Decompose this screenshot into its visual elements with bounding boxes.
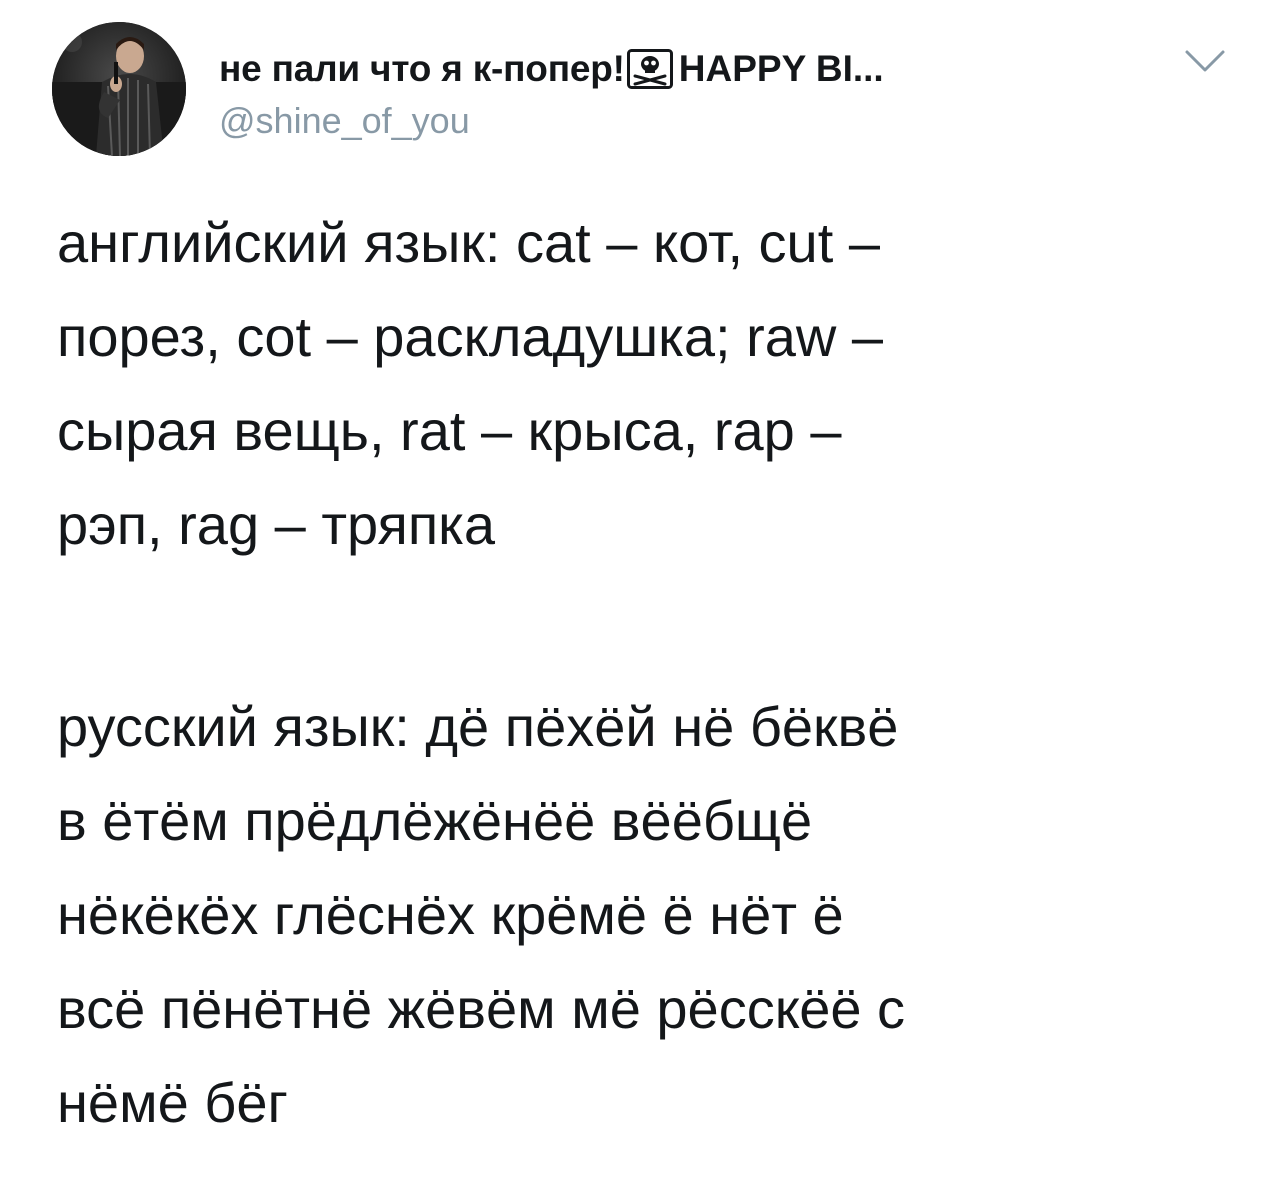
user-handle[interactable]: @shine_of_you bbox=[219, 100, 470, 142]
tweet-line: порез, cot – раскладушка; raw – bbox=[57, 305, 884, 368]
chevron-down-icon[interactable] bbox=[1183, 46, 1227, 76]
avatar[interactable] bbox=[52, 22, 186, 156]
tweet-line: сырая вещь, rat – крыса, rap – bbox=[57, 399, 842, 462]
avatar-photo bbox=[52, 22, 186, 156]
tweet-paragraph-russian: русский язык: дё пёхёй нё бёквё в ётём п… bbox=[57, 680, 1237, 1150]
tweet-line: в ётём прёдлёжёнёё вёёбщё bbox=[57, 789, 813, 852]
skull-and-crossbones-icon bbox=[626, 49, 673, 89]
tweet-paragraph-english: английский язык: cat – кот, cut – порез,… bbox=[57, 196, 1237, 572]
tweet-header: не пали что я к-попер! HAPPY BI... @shin… bbox=[52, 22, 1232, 158]
display-name-tail[interactable]: HAPPY BI... bbox=[679, 48, 884, 90]
display-name-row[interactable]: не пали что я к-попер! HAPPY BI... bbox=[219, 44, 884, 94]
display-name[interactable]: не пали что я к-попер! bbox=[219, 48, 625, 90]
tweet: не пали что я к-попер! HAPPY BI... @shin… bbox=[0, 0, 1280, 1188]
tweet-line: английский язык: cat – кот, cut – bbox=[57, 211, 880, 274]
tweet-text: английский язык: cat – кот, cut – порез,… bbox=[57, 196, 1237, 1150]
tweet-line: всё пёнётнё жёвём мё рёсскёё с bbox=[57, 977, 906, 1040]
tweet-line: русский язык: дё пёхёй нё бёквё bbox=[57, 695, 899, 758]
tweet-line: нёмё бёг bbox=[57, 1071, 288, 1134]
tweet-line: нёкёкёх глёснёх крёмё ё нёт ё bbox=[57, 883, 844, 946]
tweet-line: рэп, rag – тряпка bbox=[57, 493, 496, 556]
